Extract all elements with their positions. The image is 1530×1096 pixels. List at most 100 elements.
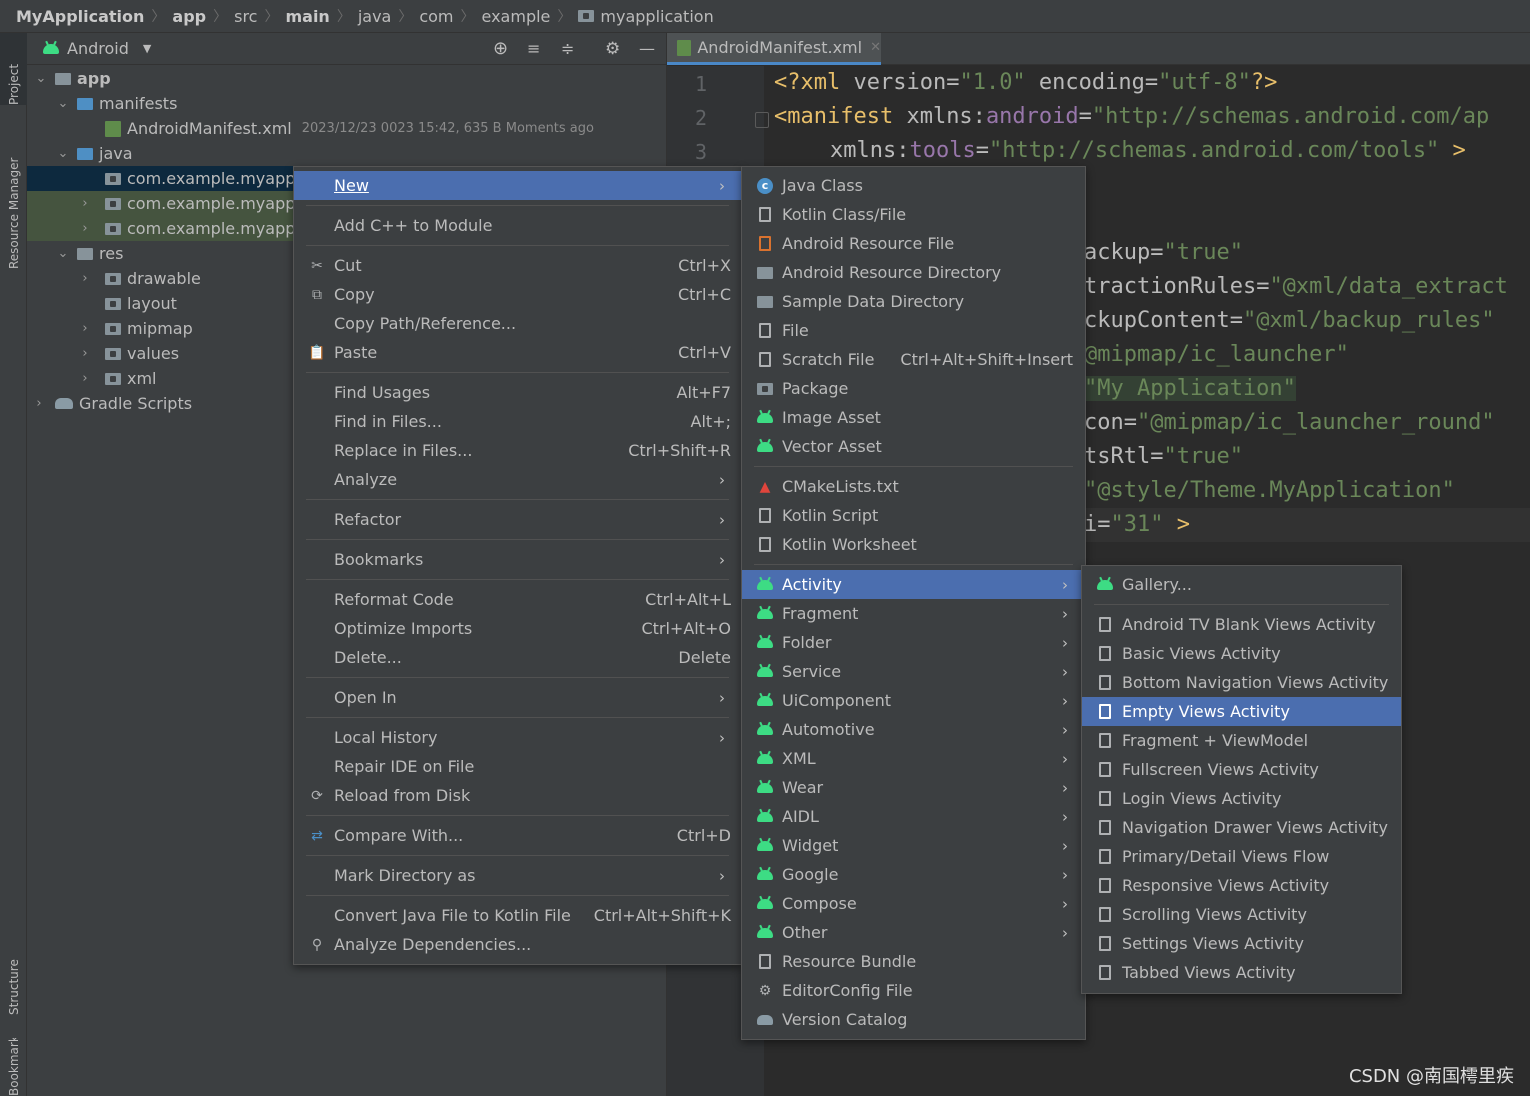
chevron-down-icon[interactable]: ⌄ bbox=[57, 146, 69, 161]
menu-item-compose[interactable]: Compose › bbox=[742, 889, 1085, 918]
locate-icon[interactable]: ⊕ bbox=[493, 38, 508, 59]
tool-tab-project[interactable]: Project bbox=[0, 33, 27, 105]
menu-item-google[interactable]: Google › bbox=[742, 860, 1085, 889]
menu-item-optimize-imports[interactable]: Optimize Imports Ctrl+Alt+O bbox=[294, 614, 741, 643]
menu-item-aidl[interactable]: AIDL › bbox=[742, 802, 1085, 831]
menu-item-bookmarks[interactable]: Bookmarks › bbox=[294, 545, 741, 574]
menu-item-widget[interactable]: Widget › bbox=[742, 831, 1085, 860]
breadcrumb-item-app[interactable]: app bbox=[172, 7, 206, 26]
menu-item-vector-asset[interactable]: Vector Asset bbox=[742, 432, 1085, 461]
editor-tab-manifest[interactable]: AndroidManifest.xml ✕ bbox=[667, 33, 881, 65]
breadcrumb-item-java[interactable]: java bbox=[358, 7, 392, 26]
menu-item-resource-file[interactable]: Android Resource File bbox=[742, 229, 1085, 258]
menu-item-activity-template[interactable]: Login Views Activity bbox=[1082, 784, 1401, 813]
tree-item-manifest-file[interactable]: AndroidManifest.xml 2023/12/23 0023 15:42… bbox=[27, 116, 667, 141]
menu-item-activity-template[interactable]: Primary/Detail Views Flow bbox=[1082, 842, 1401, 871]
menu-item-activity-template[interactable]: Fullscreen Views Activity bbox=[1082, 755, 1401, 784]
menu-item-activity[interactable]: Activity › bbox=[742, 570, 1085, 599]
menu-item-java-class[interactable]: c Java Class bbox=[742, 171, 1085, 200]
tree-item-manifests[interactable]: ⌄ manifests bbox=[27, 91, 667, 116]
menu-item-local-history[interactable]: Local History › bbox=[294, 723, 741, 752]
tree-item-app[interactable]: ⌄ app bbox=[27, 66, 667, 91]
fold-marker-icon[interactable] bbox=[755, 112, 769, 128]
chevron-right-icon[interactable]: › bbox=[79, 371, 91, 386]
menu-item-analyze-dependencies[interactable]: ⚲ Analyze Dependencies... bbox=[294, 930, 741, 959]
expand-all-icon[interactable]: ≡ bbox=[527, 39, 540, 58]
menu-item-xml[interactable]: XML › bbox=[742, 744, 1085, 773]
menu-item-delete[interactable]: Delete... Delete bbox=[294, 643, 741, 672]
menu-item-convert-to-kotlin[interactable]: Convert Java File to Kotlin File Ctrl+Alt… bbox=[294, 901, 741, 930]
menu-item-repair-ide[interactable]: Repair IDE on File bbox=[294, 752, 741, 781]
menu-item-compare-with[interactable]: ⇄ Compare With... Ctrl+D bbox=[294, 821, 741, 850]
menu-item-other[interactable]: Other › bbox=[742, 918, 1085, 947]
menu-item-replace-in-files[interactable]: Replace in Files... Ctrl+Shift+R bbox=[294, 436, 741, 465]
chevron-right-icon[interactable]: › bbox=[79, 196, 91, 211]
menu-item-activity-template[interactable]: Bottom Navigation Views Activity bbox=[1082, 668, 1401, 697]
menu-item-gallery[interactable]: Gallery... bbox=[1082, 570, 1401, 599]
tree-item-java[interactable]: ⌄ java bbox=[27, 141, 667, 166]
close-icon[interactable]: ✕ bbox=[870, 40, 881, 55]
menu-item-sample-data-directory[interactable]: Sample Data Directory bbox=[742, 287, 1085, 316]
menu-item-open-in[interactable]: Open In › bbox=[294, 683, 741, 712]
menu-item-paste[interactable]: 📋 Paste Ctrl+V bbox=[294, 338, 741, 367]
menu-item-activity-template[interactable]: Fragment + ViewModel bbox=[1082, 726, 1401, 755]
menu-item-activity-template[interactable]: Settings Views Activity bbox=[1082, 929, 1401, 958]
menu-item-uicomponent[interactable]: UiComponent › bbox=[742, 686, 1085, 715]
menu-item-reload-from-disk[interactable]: ⟳ Reload from Disk bbox=[294, 781, 741, 810]
menu-item-empty-views-activity[interactable]: Empty Views Activity bbox=[1082, 697, 1401, 726]
chevron-right-icon[interactable]: › bbox=[79, 321, 91, 336]
chevron-right-icon[interactable]: › bbox=[79, 346, 91, 361]
breadcrumb-item-myapplication[interactable]: myapplication bbox=[578, 7, 714, 26]
tool-tab-bookmarks[interactable]: Bookmarks bbox=[0, 1038, 27, 1096]
menu-item-kotlin-script[interactable]: Kotlin Script bbox=[742, 501, 1085, 530]
menu-item-package[interactable]: Package bbox=[742, 374, 1085, 403]
collapse-all-icon[interactable]: ≑ bbox=[561, 39, 574, 58]
menu-item-image-asset[interactable]: Image Asset bbox=[742, 403, 1085, 432]
menu-item-cmakelists[interactable]: ▲ CMakeLists.txt bbox=[742, 472, 1085, 501]
menu-item-activity-template[interactable]: Navigation Drawer Views Activity bbox=[1082, 813, 1401, 842]
menu-item-refactor[interactable]: Refactor › bbox=[294, 505, 741, 534]
chevron-down-icon[interactable]: ▼ bbox=[143, 42, 151, 55]
menu-item-reformat-code[interactable]: Reformat Code Ctrl+Alt+L bbox=[294, 585, 741, 614]
menu-item-file[interactable]: File bbox=[742, 316, 1085, 345]
menu-item-copy[interactable]: ⧉ Copy Ctrl+C bbox=[294, 280, 741, 309]
menu-item-version-catalog[interactable]: Version Catalog bbox=[742, 1005, 1085, 1034]
menu-item-new[interactable]: New › bbox=[294, 171, 741, 200]
menu-item-activity-template[interactable]: Scrolling Views Activity bbox=[1082, 900, 1401, 929]
menu-item-activity-template[interactable]: Basic Views Activity bbox=[1082, 639, 1401, 668]
breadcrumb-item-example[interactable]: example bbox=[482, 7, 551, 26]
menu-item-resource-bundle[interactable]: Resource Bundle bbox=[742, 947, 1085, 976]
breadcrumb-item-src[interactable]: src bbox=[234, 7, 257, 26]
chevron-right-icon[interactable]: › bbox=[33, 396, 45, 411]
breadcrumb-item-com[interactable]: com bbox=[419, 7, 453, 26]
menu-item-activity-template[interactable]: Responsive Views Activity bbox=[1082, 871, 1401, 900]
menu-item-fragment[interactable]: Fragment › bbox=[742, 599, 1085, 628]
menu-item-activity-template[interactable]: Tabbed Views Activity bbox=[1082, 958, 1401, 987]
menu-item-find-in-files[interactable]: Find in Files... Alt+; bbox=[294, 407, 741, 436]
menu-item-cut[interactable]: ✂ Cut Ctrl+X bbox=[294, 251, 741, 280]
hide-icon[interactable]: — bbox=[639, 39, 655, 58]
menu-item-scratch-file[interactable]: Scratch File Ctrl+Alt+Shift+Insert bbox=[742, 345, 1085, 374]
menu-item-resource-directory[interactable]: Android Resource Directory bbox=[742, 258, 1085, 287]
breadcrumb-item-main[interactable]: main bbox=[285, 7, 329, 26]
gear-icon[interactable]: ⚙ bbox=[605, 39, 620, 59]
menu-item-mark-directory[interactable]: Mark Directory as › bbox=[294, 861, 741, 890]
menu-item-kotlin-class[interactable]: Kotlin Class/File bbox=[742, 200, 1085, 229]
project-view-selector[interactable]: Android bbox=[67, 39, 129, 58]
menu-item-kotlin-worksheet[interactable]: Kotlin Worksheet bbox=[742, 530, 1085, 559]
menu-item-add-cpp[interactable]: Add C++ to Module bbox=[294, 211, 741, 240]
menu-item-service[interactable]: Service › bbox=[742, 657, 1085, 686]
chevron-down-icon[interactable]: ⌄ bbox=[57, 246, 69, 261]
menu-item-wear[interactable]: Wear › bbox=[742, 773, 1085, 802]
tool-tab-resource-manager[interactable]: Resource Manager bbox=[0, 129, 27, 269]
chevron-right-icon[interactable]: › bbox=[79, 221, 91, 236]
chevron-down-icon[interactable]: ⌄ bbox=[35, 71, 47, 86]
menu-item-copy-path[interactable]: Copy Path/Reference... bbox=[294, 309, 741, 338]
chevron-down-icon[interactable]: ⌄ bbox=[57, 96, 69, 111]
menu-item-editorconfig[interactable]: ⚙ EditorConfig File bbox=[742, 976, 1085, 1005]
menu-item-automotive[interactable]: Automotive › bbox=[742, 715, 1085, 744]
chevron-right-icon[interactable]: › bbox=[79, 271, 91, 286]
menu-item-find-usages[interactable]: Find Usages Alt+F7 bbox=[294, 378, 741, 407]
menu-item-folder[interactable]: Folder › bbox=[742, 628, 1085, 657]
tool-tab-structure[interactable]: Structure bbox=[0, 933, 27, 1015]
